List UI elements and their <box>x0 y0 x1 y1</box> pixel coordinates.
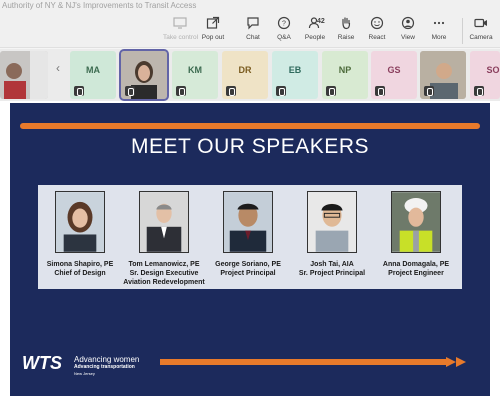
smiley-icon <box>370 16 384 30</box>
presentation-slide: MEET OUR SPEAKERS Simona Shapiro, PE Chie… <box>10 103 490 396</box>
take-control-button[interactable]: Take control <box>163 16 199 46</box>
toolbar-divider <box>462 18 463 44</box>
people-count: 42 <box>317 18 325 25</box>
logo-tagline-2: Advancing transportation <box>74 364 135 370</box>
chevron-left-icon[interactable]: ‹ <box>53 61 63 81</box>
wts-logo: WTS Advancing women Advancing transporta… <box>22 351 152 379</box>
speaker-name: Tom Lemanowicz, PE Sr. Design Executive Av… <box>123 261 205 286</box>
participant-tile-dr[interactable]: DR <box>222 51 268 99</box>
chat-label: Chat <box>246 34 260 41</box>
view-button[interactable]: View <box>391 16 425 46</box>
mic-muted-icon <box>226 86 236 96</box>
participant-strip: ‹ MA KM DR EB NP GS SO <box>0 49 500 101</box>
participant-tile-km[interactable]: KM <box>172 51 218 99</box>
speaker-photo <box>139 191 189 253</box>
avatar: DR <box>234 59 256 81</box>
mic-muted-icon <box>176 86 186 96</box>
pop-out-icon <box>206 16 220 29</box>
mic-muted-icon <box>74 86 84 96</box>
take-control-label: Take control <box>163 34 199 41</box>
avatar: KM <box>184 59 206 81</box>
view-label: View <box>401 34 415 41</box>
participant-video-tile[interactable] <box>0 51 48 99</box>
qa-icon: ? <box>277 16 291 30</box>
mic-muted-icon <box>424 86 434 96</box>
more-icon <box>433 21 445 25</box>
participant-tile-so[interactable]: SO <box>470 51 500 99</box>
people-label: People <box>304 34 326 41</box>
react-label: React <box>368 34 386 41</box>
screen-share-icon <box>173 17 187 29</box>
speaker-name: George Soriano, PE Project Principal <box>215 261 281 277</box>
chat-button[interactable]: Chat <box>236 16 270 46</box>
mic-muted-icon <box>276 86 286 96</box>
speakers-panel: Simona Shapiro, PE Chief of Design Tom Le… <box>38 185 462 289</box>
participant-video-tile[interactable] <box>420 51 466 99</box>
video-camera-icon <box>474 18 487 28</box>
react-button[interactable]: React <box>360 16 394 46</box>
pop-out-label: Pop out <box>201 34 225 41</box>
qa-label: Q&A <box>277 34 291 41</box>
speaker-photo <box>307 191 357 253</box>
participant-video-image <box>0 51 48 99</box>
avatar: MA <box>82 59 104 81</box>
participant-tile-np[interactable]: NP <box>322 51 368 99</box>
raise-hand-button[interactable]: Raise <box>329 16 363 46</box>
mic-muted-icon <box>474 86 484 96</box>
slide-accent-arrow <box>160 357 466 367</box>
chat-icon <box>247 17 259 30</box>
participant-tile-gs[interactable]: GS <box>371 51 417 99</box>
meeting-title: Authority of NY & NJ's Improvements to T… <box>2 1 197 10</box>
avatar: SO <box>482 59 500 81</box>
slide-heading: MEET OUR SPEAKERS <box>130 135 369 158</box>
avatar: EB <box>284 59 306 81</box>
svg-text:?: ? <box>282 21 286 28</box>
speaker-photo <box>223 191 273 253</box>
speaker-photo <box>391 191 441 253</box>
camera-button[interactable]: Camera <box>464 16 498 46</box>
participant-tile-active-speaker[interactable] <box>119 49 169 101</box>
speaker-name: Simona Shapiro, PE Chief of Design <box>46 261 114 277</box>
speaker-name: Anna Domagala, PE Project Engineer <box>382 261 450 277</box>
slide-accent-bar <box>20 123 480 129</box>
hand-icon <box>342 17 351 30</box>
participant-tile-ma[interactable]: MA <box>70 51 116 99</box>
avatar: GS <box>383 59 405 81</box>
meeting-toolbar: Authority of NY & NJ's Improvements to T… <box>0 0 500 48</box>
qa-button[interactable]: ? Q&A <box>267 16 301 46</box>
speaker-name: Josh Tai, AIA Sr. Project Principal <box>298 261 366 277</box>
more-label: More <box>431 34 447 41</box>
view-icon <box>401 16 415 30</box>
raise-label: Raise <box>337 34 355 41</box>
people-button[interactable]: 42 People <box>298 16 332 46</box>
logo-tagline-3: New Jersey <box>74 371 95 376</box>
camera-label: Camera <box>469 34 493 41</box>
speaker-photo <box>55 191 105 253</box>
mic-muted-icon <box>125 86 135 96</box>
mic-muted-icon <box>375 86 385 96</box>
pop-out-button[interactable]: Pop out <box>196 16 230 46</box>
wts-logo-mark: WTS <box>22 353 62 373</box>
avatar: NP <box>334 59 356 81</box>
mic-muted-icon <box>326 86 336 96</box>
logo-tagline-1: Advancing women <box>74 355 140 364</box>
more-button[interactable]: More <box>422 16 456 46</box>
participant-tile-eb[interactable]: EB <box>272 51 318 99</box>
